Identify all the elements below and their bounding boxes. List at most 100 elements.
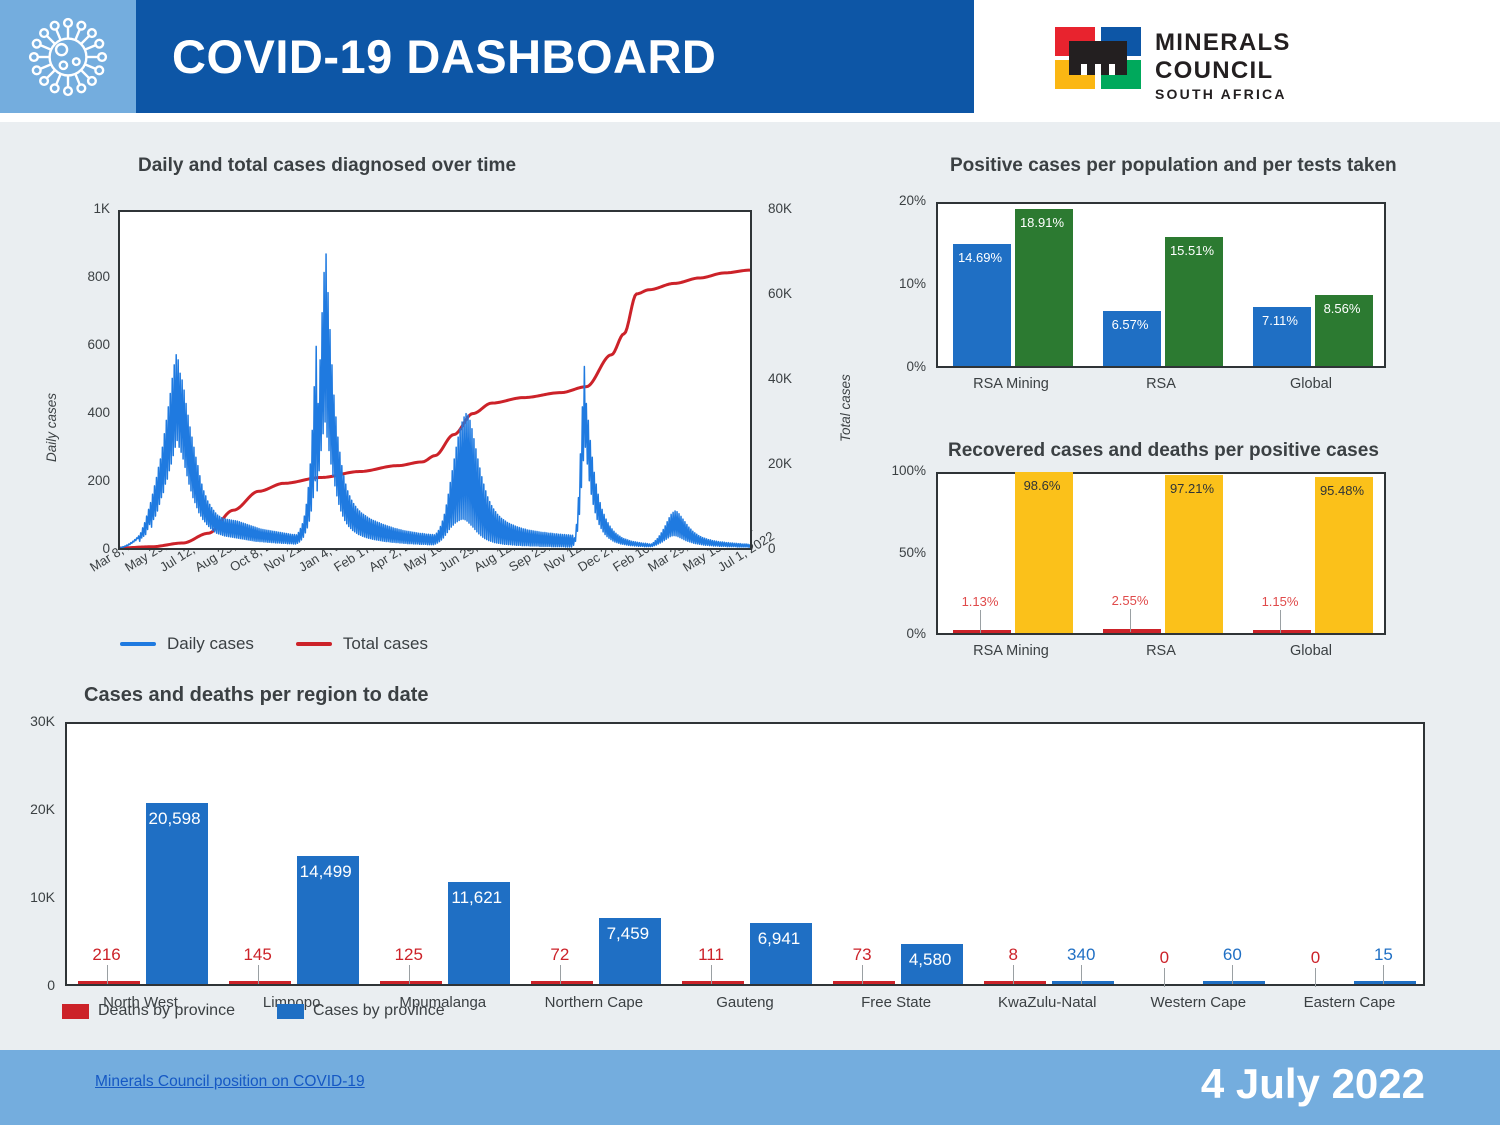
report-date: 4 July 2022 <box>1200 1060 1425 1107</box>
recovered-deaths-y-tick: 0% <box>906 626 926 641</box>
recovered-deaths-category-label: Global <box>1290 643 1332 659</box>
region-chart-bar[interactable] <box>379 981 442 984</box>
recovered-deaths-bar-label: 1.15% <box>1261 594 1299 609</box>
legend-swatch-deaths-by-province <box>62 1003 89 1019</box>
region-chart-bar[interactable] <box>530 981 593 984</box>
recovered-deaths-bar-label: 95.48% <box>1319 483 1365 499</box>
line-chart-plot-area[interactable] <box>118 210 752 550</box>
region-chart-y-tick: 0 <box>47 977 55 993</box>
positive-cases-y-tick: 10% <box>898 276 926 291</box>
region-chart-legend: Deaths by province Cases by province <box>62 1002 445 1020</box>
recovered-deaths-chart-title: Recovered cases and deaths per positive … <box>948 440 1379 461</box>
line-chart-y2-axis-title: Total cases <box>838 374 853 442</box>
recovered-deaths-bar[interactable] <box>1315 477 1373 633</box>
legend-label-total-cases: Total cases <box>342 634 428 653</box>
line-chart-y-tick: 600 <box>87 337 110 352</box>
region-chart-bar-label: 216 <box>92 945 121 964</box>
region-chart-y-tick: 10K <box>30 889 55 905</box>
coronavirus-icon <box>28 17 108 96</box>
positive-cases-y-tick: 20% <box>898 193 926 208</box>
region-chart-leader-line <box>257 965 259 984</box>
page-title: COVID-19 DASHBOARD <box>172 30 717 83</box>
page-header: COVID-19 DASHBOARD MINERALS COUNCIL SOUT… <box>0 0 1500 115</box>
region-chart-leader-line <box>862 965 864 984</box>
positive-cases-bar[interactable] <box>1015 209 1073 366</box>
line-chart-y-axis-title: Daily cases <box>44 392 59 462</box>
region-chart-bar[interactable] <box>984 981 1047 984</box>
recovered-deaths-category-label: RSA <box>1146 643 1176 659</box>
region-chart-category-label: Northern Cape <box>544 994 644 1011</box>
logo-text-secondary: SOUTH AFRICA <box>1155 86 1287 102</box>
region-chart-bar[interactable] <box>682 981 744 984</box>
recovered-deaths-bar[interactable] <box>953 630 1011 633</box>
region-chart-bar-label: 15 <box>1373 945 1393 964</box>
region-chart-y-tick: 20K <box>30 801 55 817</box>
recovered-deaths-y-tick: 50% <box>898 544 926 560</box>
legend-label-deaths-by-province: Deaths by province <box>98 1002 235 1019</box>
header-icon-panel <box>0 0 136 113</box>
region-chart-bar-label: 125 <box>394 945 423 964</box>
region-chart-leader-line <box>559 965 561 984</box>
line-chart-title: Daily and total cases diagnosed over tim… <box>138 155 517 176</box>
recovered-deaths-bar-label: 98.6% <box>1023 478 1061 494</box>
region-chart-category-label: Eastern Cape <box>1303 994 1396 1011</box>
region-chart-bar-label: 145 <box>243 945 272 964</box>
recovered-deaths-bar-label: 1.13% <box>961 594 999 609</box>
positive-cases-bar-label: 8.56% <box>1323 300 1361 316</box>
recovered-deaths-bar-label: 97.21% <box>1169 480 1215 496</box>
region-chart-y-tick: 30K <box>30 713 55 729</box>
line-chart-svg <box>120 253 750 548</box>
region-chart-bar[interactable] <box>77 981 140 984</box>
legend-swatch-daily-cases <box>120 642 156 646</box>
region-chart-title: Cases and deaths per region to date <box>84 684 429 706</box>
legend-swatch-cases-by-province <box>276 1003 304 1019</box>
region-chart-category-label: KwaZulu-Natal <box>998 994 1097 1011</box>
positive-cases-bar-label: 14.69% <box>957 250 1003 266</box>
positive-cases-bar-label: 15.51% <box>1169 243 1215 259</box>
minerals-council-logo: MINERALS COUNCIL SOUTH AFRICA <box>1055 27 1415 102</box>
region-chart-bar[interactable] <box>1354 981 1417 984</box>
region-chart-category-label: Western Cape <box>1150 994 1247 1011</box>
region-chart-category-label: Gauteng <box>716 994 774 1011</box>
recovered-deaths-bar[interactable] <box>1103 628 1161 633</box>
line-chart-y2-tick: 20K <box>768 456 793 471</box>
line-chart-y2-tick: 40K <box>768 371 793 386</box>
positive-cases-category-label: RSA <box>1146 376 1176 392</box>
line-chart-y-tick: 200 <box>87 473 110 488</box>
positive-cases-chart-title: Positive cases per population and per te… <box>950 155 1397 176</box>
positive-cases-bar-label: 6.57% <box>1111 317 1149 333</box>
line-chart-y2-tick: 80K <box>768 201 793 216</box>
region-chart-leader-line <box>1315 968 1317 987</box>
region-chart-leader-line <box>106 965 108 984</box>
region-chart-leader-line <box>1232 965 1234 984</box>
recovered-deaths-leader-line <box>1280 610 1281 633</box>
region-chart-bar[interactable] <box>1052 981 1115 984</box>
recovered-deaths-category-label: RSA Mining <box>973 643 1049 659</box>
recovered-deaths-leader-line <box>980 610 981 633</box>
region-chart-bar-label: 14,499 <box>299 862 352 882</box>
region-chart-bar[interactable] <box>1203 981 1266 984</box>
positive-cases-category-label: Global <box>1290 376 1332 392</box>
positive-cases-bar-label: 18.91% <box>1019 215 1065 231</box>
recovered-deaths-bar[interactable] <box>1165 474 1223 633</box>
recovered-deaths-leader-line <box>1130 608 1131 632</box>
covid-position-link[interactable]: Minerals Council position on COVID-19 <box>95 1073 365 1091</box>
positive-cases-category-label: RSA Mining <box>973 376 1049 392</box>
recovered-deaths-bar-label: 2.55% <box>1111 592 1149 608</box>
region-chart-bar[interactable] <box>228 981 291 984</box>
recovered-deaths-bar[interactable] <box>1253 630 1311 633</box>
region-chart-bar[interactable] <box>833 981 896 984</box>
region-chart-leader-line <box>1383 965 1385 984</box>
legend-label-daily-cases: Daily cases <box>167 634 254 653</box>
region-chart-leader-line <box>711 965 712 984</box>
line-chart-y-tick: 1K <box>93 201 110 216</box>
region-chart-bar-label: 72 <box>550 945 570 964</box>
region-chart-leader-line <box>408 965 410 984</box>
legend-swatch-total-cases <box>295 642 332 646</box>
dashboard-panel: Daily and total cases diagnosed over tim… <box>0 122 1500 1050</box>
logo-mark-icon <box>1055 27 1141 89</box>
recovered-deaths-y-tick: 100% <box>891 463 926 478</box>
line-chart-y-tick: 800 <box>87 269 110 284</box>
line-chart-y-tick: 400 <box>87 405 110 420</box>
region-chart-bar-label: 7,459 <box>606 924 650 944</box>
